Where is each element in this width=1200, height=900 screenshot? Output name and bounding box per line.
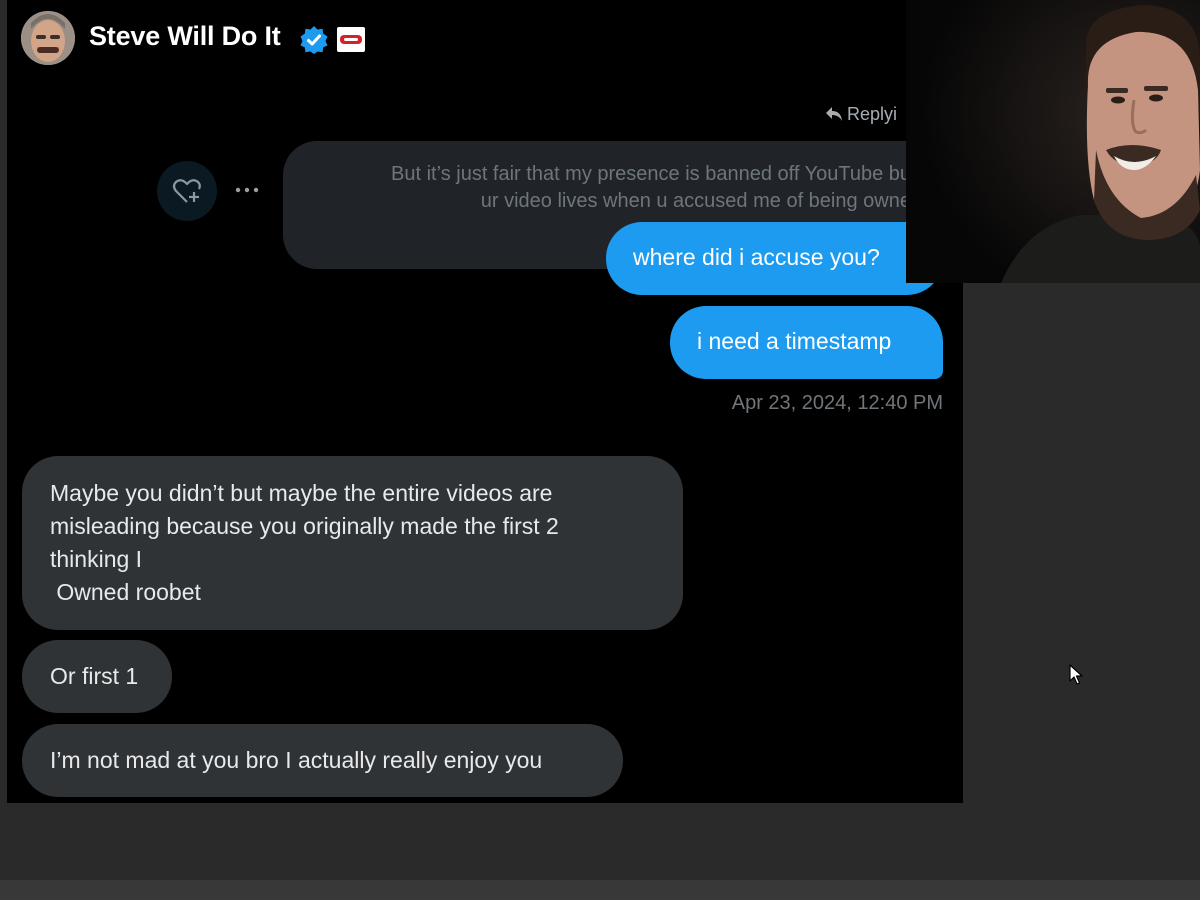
heart-plus-icon <box>172 179 201 203</box>
streamer-face-image <box>906 0 1200 283</box>
received-message-bubble[interactable]: Maybe you didn’t but maybe the entire vi… <box>22 456 683 630</box>
received-message-bubble[interactable]: Or first 1 <box>22 640 172 713</box>
reply-arrow-icon <box>826 107 842 121</box>
message-timestamp: Apr 23, 2024, 12:40 PM <box>731 392 943 414</box>
add-reaction-button[interactable] <box>157 161 217 221</box>
avatar[interactable] <box>21 11 75 65</box>
quoted-message-line: But it’s just fair that my presence is b… <box>391 163 911 185</box>
dm-conversation-panel: Steve Will Do It But it’s just fair that… <box>7 0 963 803</box>
conversation-header: Steve Will Do It <box>7 0 697 78</box>
message-line: misleading because you originally made t… <box>50 513 559 539</box>
replying-label: Replyi <box>847 104 898 124</box>
quoted-message-line: ur video lives when u accused me of bein… <box>480 190 911 212</box>
sent-message-bubble[interactable]: i need a timestamp <box>670 306 943 379</box>
replying-indicator: Replyi <box>825 104 897 125</box>
display-name[interactable]: Steve Will Do It <box>89 21 281 52</box>
mouse-cursor-icon <box>1069 664 1083 685</box>
message-line: Owned roobet <box>50 579 201 605</box>
message-line: Maybe you didn’t but maybe the entire vi… <box>50 480 553 506</box>
bottom-strip <box>0 880 1200 900</box>
affiliate-badge-icon[interactable] <box>337 27 365 52</box>
sent-message-bubble[interactable]: where did i accuse you? <box>606 222 943 295</box>
more-dots-icon[interactable] <box>229 180 265 200</box>
received-message-bubble[interactable]: I’m not mad at you bro I actually really… <box>22 724 623 797</box>
verified-badge-icon <box>299 25 329 55</box>
message-line: thinking I <box>50 546 143 572</box>
webcam-overlay <box>906 0 1200 283</box>
